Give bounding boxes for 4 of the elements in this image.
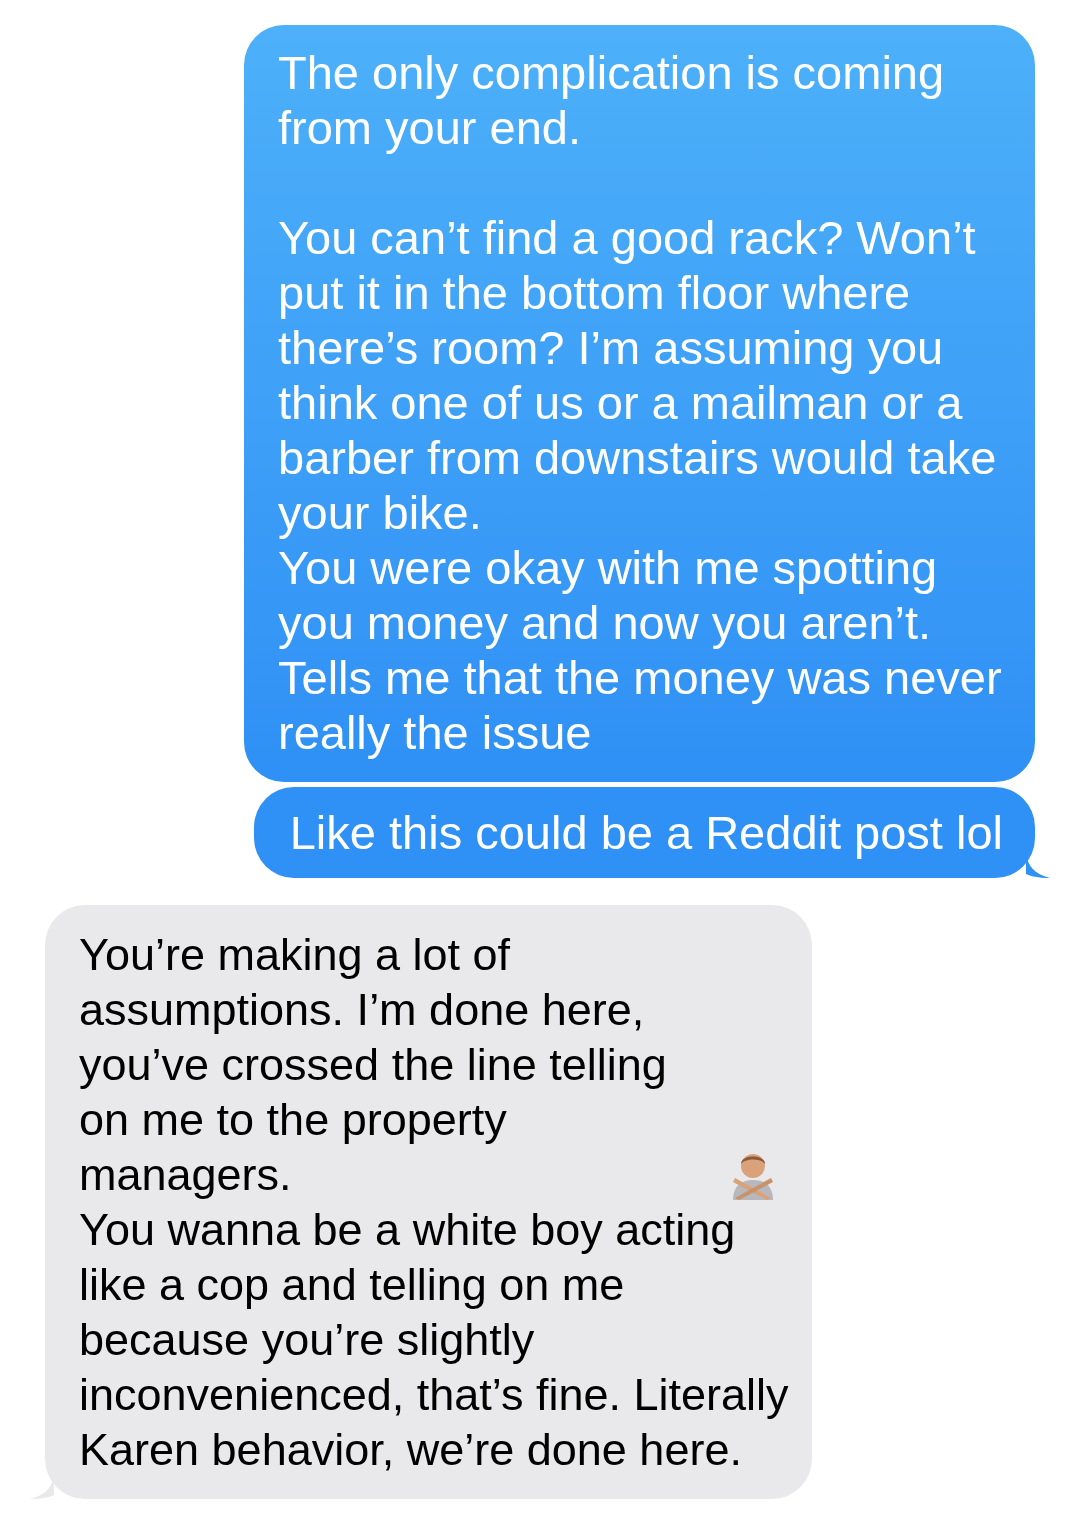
message-text: You wanna be a white boy acting like a cop and telling on me because you’re slightly inconvenienced, that’s fine. Literally Karen behavior, we’re done here. [79, 1203, 790, 1477]
message-text: The only complication is coming from your end. You can’t find a good rack? Won’t put it in the bottom floor where there’s room? I’m assuming you think one of us or a mailman or a barber from downstairs would take your bike. You were okay with me spotting you money and now you aren’t. Tells me that the money was never really the issue [278, 45, 1003, 760]
message-text: Like this could be a Reddit post lol [289, 805, 1003, 860]
message-text: You’re making a lot of assumptions. I’m done here, you’ve crossed the line telling on me to the property managers. [79, 928, 668, 1202]
